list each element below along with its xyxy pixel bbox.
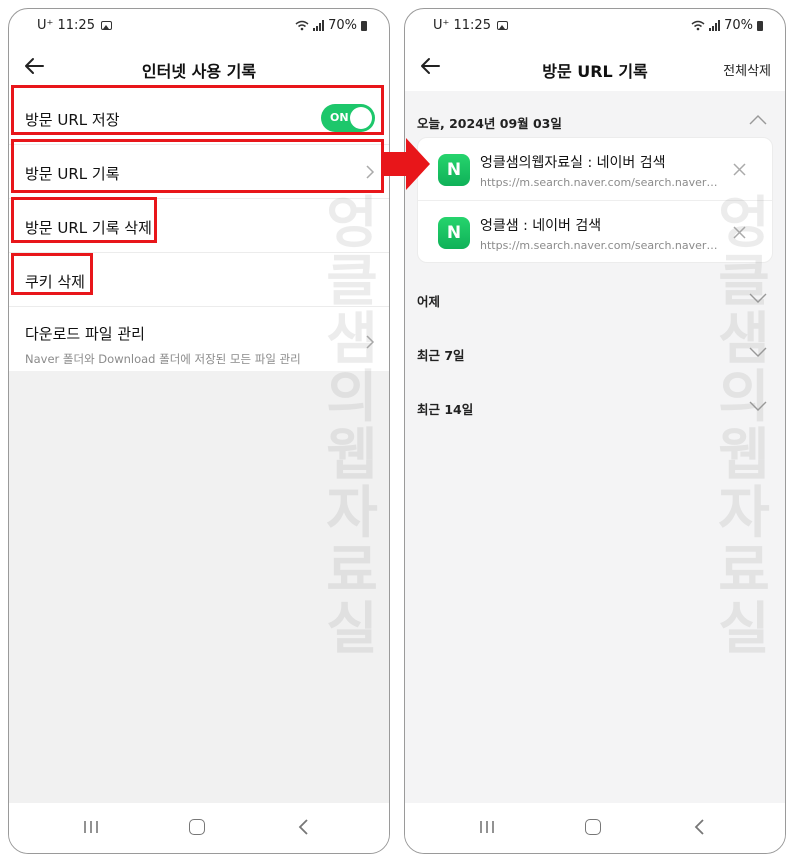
wifi-icon [691,20,705,31]
section-label: 어제 [417,294,441,309]
carrier-time: U⁺ 11:25 [433,18,491,33]
row-description: Naver 폴더와 Download 폴더에 저장된 모든 파일 관리 [25,352,301,366]
status-bar: U⁺ 11:25 70% [405,9,785,43]
entry-url: https://m.search.naver.com/search.naver?… [480,176,720,189]
row-visited-url-history[interactable]: 방문 URL 기록 [9,145,389,199]
toggle-knob [350,107,372,129]
row-label: 쿠키 삭제 [25,273,85,291]
today-history-card: N 엉클샘의웹자료실 : 네이버 검색 https://m.search.nav… [417,137,773,263]
image-notification-icon [496,21,508,30]
recent-apps-icon[interactable] [479,820,495,834]
nav-back-icon[interactable] [694,819,706,835]
row-label: 방문 URL 기록 삭제 [25,219,152,237]
close-icon[interactable] [733,226,746,239]
battery-icon [361,20,367,31]
entry-title: 엉클샘 : 네이버 검색 [480,218,602,234]
section-last-7-days[interactable]: 최근 7일 [417,343,785,367]
row-download-file-management[interactable]: 다운로드 파일 관리 Naver 폴더와 Download 폴더에 저장된 모든… [9,307,389,379]
red-arrow-icon [384,138,430,190]
section-today[interactable]: 오늘, 2024년 09월 03일 [417,111,785,135]
section-label: 오늘, 2024년 09월 03일 [417,116,562,131]
delete-all-button[interactable]: 전체삭제 [723,60,771,79]
entry-url: https://m.search.naver.com/search.naver?… [480,239,720,252]
naver-icon: N [438,154,470,186]
home-icon[interactable] [189,819,205,835]
phone-screen-right: U⁺ 11:25 70% 방문 URL 기록 전체삭제 오늘, 2024년 09… [404,8,786,854]
naver-icon: N [438,217,470,249]
chevron-down-icon[interactable] [749,293,767,303]
system-nav-bar [405,803,785,853]
history-entry[interactable]: N 엉클샘 : 네이버 검색 https://m.search.naver.co… [418,200,772,262]
app-bar: 인터넷 사용 기록 [9,43,389,91]
signal-icon [313,20,325,31]
recent-apps-icon[interactable] [83,820,99,834]
section-yesterday[interactable]: 어제 [417,289,785,313]
settings-list: 방문 URL 저장 ON 방문 URL 기록 방문 URL 기록 삭제 쿠키 삭… [9,91,389,379]
save-url-toggle[interactable]: ON [321,104,375,132]
empty-area [9,371,389,803]
section-label: 최근 14일 [417,402,474,417]
close-icon[interactable] [733,163,746,176]
toggle-state: ON [330,111,349,124]
carrier-time: U⁺ 11:25 [37,18,95,33]
phone-screen-left: U⁺ 11:25 70% 인터넷 사용 기록 방문 URL 저장 ON 방문 U… [8,8,390,854]
chevron-right-icon [366,165,375,179]
chevron-down-icon[interactable] [749,347,767,357]
row-label: 방문 URL 저장 [25,111,120,129]
image-notification-icon [100,21,112,30]
section-label: 최근 7일 [417,348,465,363]
row-delete-cookies[interactable]: 쿠키 삭제 [9,253,389,307]
history-entry[interactable]: N 엉클샘의웹자료실 : 네이버 검색 https://m.search.nav… [418,138,772,200]
page-title: 인터넷 사용 기록 [141,62,257,81]
status-bar: U⁺ 11:25 70% [9,9,389,43]
row-label: 다운로드 파일 관리 [25,325,145,343]
row-label: 방문 URL 기록 [25,165,120,183]
section-last-14-days[interactable]: 최근 14일 [417,397,785,421]
app-bar: 방문 URL 기록 전체삭제 [405,43,785,91]
nav-back-icon[interactable] [298,819,310,835]
row-save-visited-url[interactable]: 방문 URL 저장 ON [9,91,389,145]
signal-icon [709,20,721,31]
battery-percent: 70% [724,18,753,33]
row-delete-url-history[interactable]: 방문 URL 기록 삭제 [9,199,389,253]
system-nav-bar [9,803,389,853]
battery-percent: 70% [328,18,357,33]
home-icon[interactable] [585,819,601,835]
entry-title: 엉클샘의웹자료실 : 네이버 검색 [480,155,666,171]
chevron-down-icon[interactable] [749,401,767,411]
chevron-up-icon[interactable] [749,115,767,125]
wifi-icon [295,20,309,31]
chevron-right-icon [366,335,375,349]
battery-icon [757,20,763,31]
